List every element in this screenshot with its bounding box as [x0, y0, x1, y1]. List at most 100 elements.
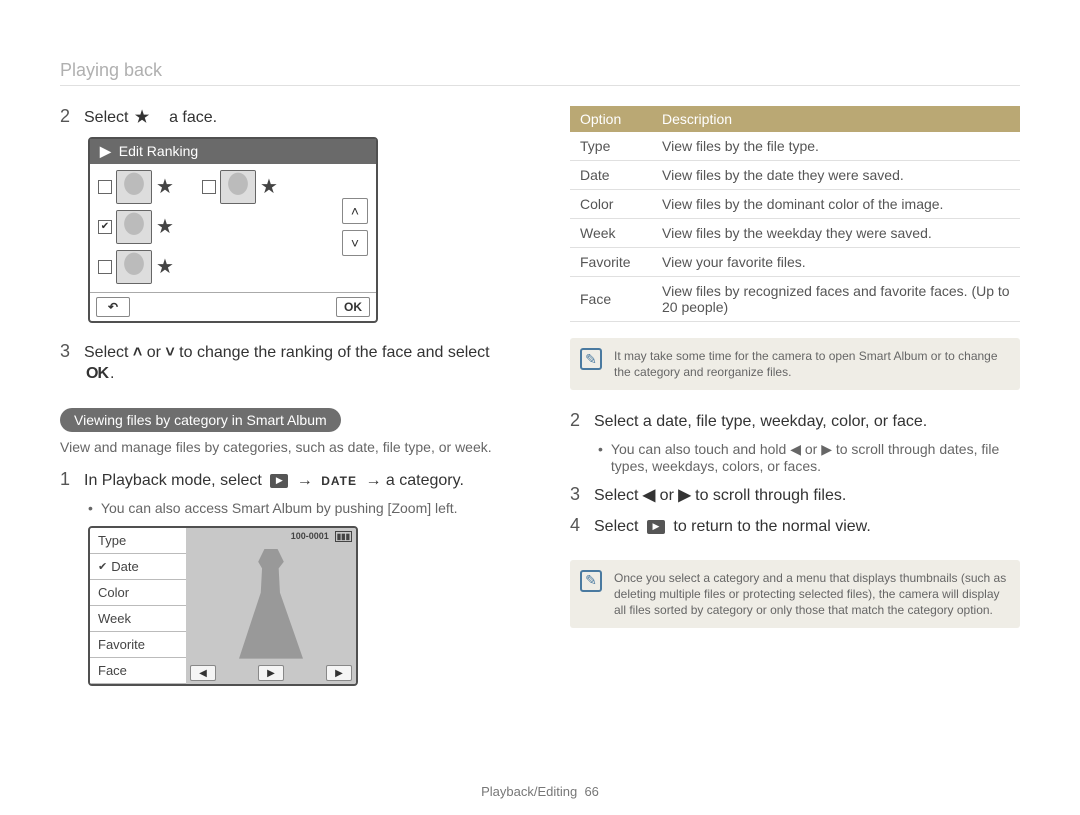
step-text: Select ˄ or ˅ to change the ranking of t…	[84, 341, 510, 385]
ok-button[interactable]: OK	[336, 297, 370, 317]
step-text: Select a date, ﬁle type, weekday, color,…	[594, 410, 927, 433]
face-thumbnail	[116, 170, 152, 204]
text: to return to the normal view.	[669, 518, 871, 535]
scroll-right-button[interactable]: ▶	[326, 665, 352, 681]
footer-page-number: 66	[584, 784, 598, 799]
smart-album-screen: Type Date Color Week Favorite Face 100-0…	[88, 526, 358, 686]
option-table: Option Description TypeView files by the…	[570, 106, 1020, 322]
step-1-playback-category: 1 In Playback mode, select ▶ → DATE → a …	[60, 469, 510, 492]
step-2-select-date: 2 Select a date, ﬁle type, weekday, colo…	[570, 410, 1020, 433]
date-label-icon: DATE	[321, 474, 357, 488]
face-thumbnail	[116, 250, 152, 284]
face-thumbnail	[116, 210, 152, 244]
checkbox[interactable]	[98, 260, 112, 274]
text: Select	[594, 518, 643, 535]
step-number: 3	[60, 341, 74, 362]
category-item-week[interactable]: Week	[90, 606, 186, 632]
info-icon: ✎	[580, 348, 602, 370]
rank-star-icon: ★	[156, 254, 174, 279]
step-text: In Playback mode, select ▶ → DATE → a ca…	[84, 469, 464, 492]
face-entry[interactable]: ★	[98, 250, 336, 284]
step-number: 3	[570, 484, 584, 505]
face-entry[interactable]: ★ ★	[98, 170, 336, 204]
section-description: View and manage files by categories, suc…	[60, 438, 510, 457]
table-row: FavoriteView your favorite files.	[570, 248, 1020, 277]
step-number: 2	[60, 106, 74, 127]
right-arrow-icon: →	[365, 471, 381, 492]
rank-up-button[interactable]: ˄	[342, 198, 368, 224]
step-number: 2	[570, 410, 584, 431]
playback-icon: ▶	[647, 520, 665, 534]
step-3-change-ranking: 3 Select ˄ or ˅ to change the ranking of…	[60, 341, 510, 385]
rank-star-icon: ★	[156, 174, 174, 199]
table-row: DateView files by the date they were sav…	[570, 161, 1020, 190]
down-chevron-icon: ˅	[165, 343, 174, 364]
right-arrow-icon: →	[297, 471, 313, 492]
left-column: 2 Select ★ a face. ▶ Edit Ranking ★	[60, 106, 510, 686]
table-row: WeekView files by the weekday they were …	[570, 219, 1020, 248]
checkbox[interactable]	[98, 180, 112, 194]
bullet-text: You can also touch and hold ◀ or ▶ to sc…	[598, 441, 1020, 474]
rank-star-icon: ★	[156, 214, 174, 239]
step-3-scroll-files: 3 Select ◀ or ▶ to scroll through ﬁles.	[570, 484, 1020, 507]
rank-star-icon: ★	[260, 174, 278, 199]
checkbox[interactable]: ✔	[98, 220, 112, 234]
category-menu: Type Date Color Week Favorite Face	[90, 528, 186, 684]
right-arrow-icon: ▶	[678, 486, 690, 507]
ok-icon: OK	[86, 365, 108, 382]
info-icon: ✎	[580, 570, 602, 592]
page-section-title: Playing back	[60, 60, 1020, 86]
note-box: ✎ It may take some time for the camera t…	[570, 338, 1020, 390]
category-item-date[interactable]: Date	[90, 554, 186, 580]
category-item-color[interactable]: Color	[90, 580, 186, 606]
bullet-text: You can also access Smart Album by pushi…	[88, 500, 510, 516]
text: Select	[84, 344, 133, 361]
text: or	[655, 487, 678, 504]
step-text: Select ★ a face.	[84, 106, 217, 129]
step-2-select-face: 2 Select ★ a face.	[60, 106, 510, 129]
face-entry[interactable]: ✔ ★	[98, 210, 336, 244]
text: In Playback mode, select	[84, 472, 262, 489]
text: Select	[594, 487, 643, 504]
left-arrow-icon: ◀	[643, 486, 655, 507]
col-header-option: Option	[570, 106, 652, 132]
preview-image	[186, 545, 356, 662]
note-box: ✎ Once you select a category and a menu …	[570, 560, 1020, 629]
page-footer: Playback/Editing 66	[0, 784, 1080, 799]
table-row: ColorView files by the dominant color of…	[570, 190, 1020, 219]
category-item-face[interactable]: Face	[90, 658, 186, 684]
category-item-type[interactable]: Type	[90, 528, 186, 554]
footer-section: Playback/Editing	[481, 784, 577, 799]
right-column: Option Description TypeView files by the…	[570, 106, 1020, 686]
category-item-favorite[interactable]: Favorite	[90, 632, 186, 658]
text: to change the ranking of the face and se…	[175, 344, 490, 361]
face-thumbnail	[220, 170, 256, 204]
text: a face.	[169, 109, 217, 126]
back-button[interactable]: ↶	[96, 297, 130, 317]
text: to scroll through ﬁles.	[691, 487, 847, 504]
checkbox[interactable]	[202, 180, 216, 194]
step-number: 1	[60, 469, 74, 490]
play-button[interactable]: ▶	[258, 665, 284, 681]
star-person-icon: ★	[135, 108, 149, 129]
table-row: TypeView files by the file type.	[570, 132, 1020, 161]
playback-icon: ▶	[270, 474, 288, 488]
edit-ranking-screen: ▶ Edit Ranking ★ ★ ✔	[88, 137, 378, 323]
step-text: Select ◀ or ▶ to scroll through ﬁles.	[594, 484, 846, 507]
text: a category.	[386, 472, 464, 489]
text: Select	[84, 109, 128, 126]
up-chevron-icon: ˄	[133, 343, 142, 364]
scroll-left-button[interactable]: ◀	[190, 665, 216, 681]
text: .	[110, 365, 114, 382]
step-number: 4	[570, 515, 584, 536]
table-row: FaceView files by recognized faces and f…	[570, 277, 1020, 322]
edit-ranking-header: ▶ Edit Ranking	[90, 139, 376, 164]
play-icon: ▶	[100, 143, 111, 160]
rank-down-button[interactable]: ˅	[342, 230, 368, 256]
col-header-description: Description	[652, 106, 1020, 132]
step-text: Select ▶ to return to the normal view.	[594, 515, 871, 538]
screen-title: Edit Ranking	[119, 143, 198, 159]
text: or	[142, 344, 165, 361]
section-heading: Viewing files by category in Smart Album	[60, 408, 341, 432]
note-text: Once you select a category and a menu th…	[614, 571, 1006, 617]
